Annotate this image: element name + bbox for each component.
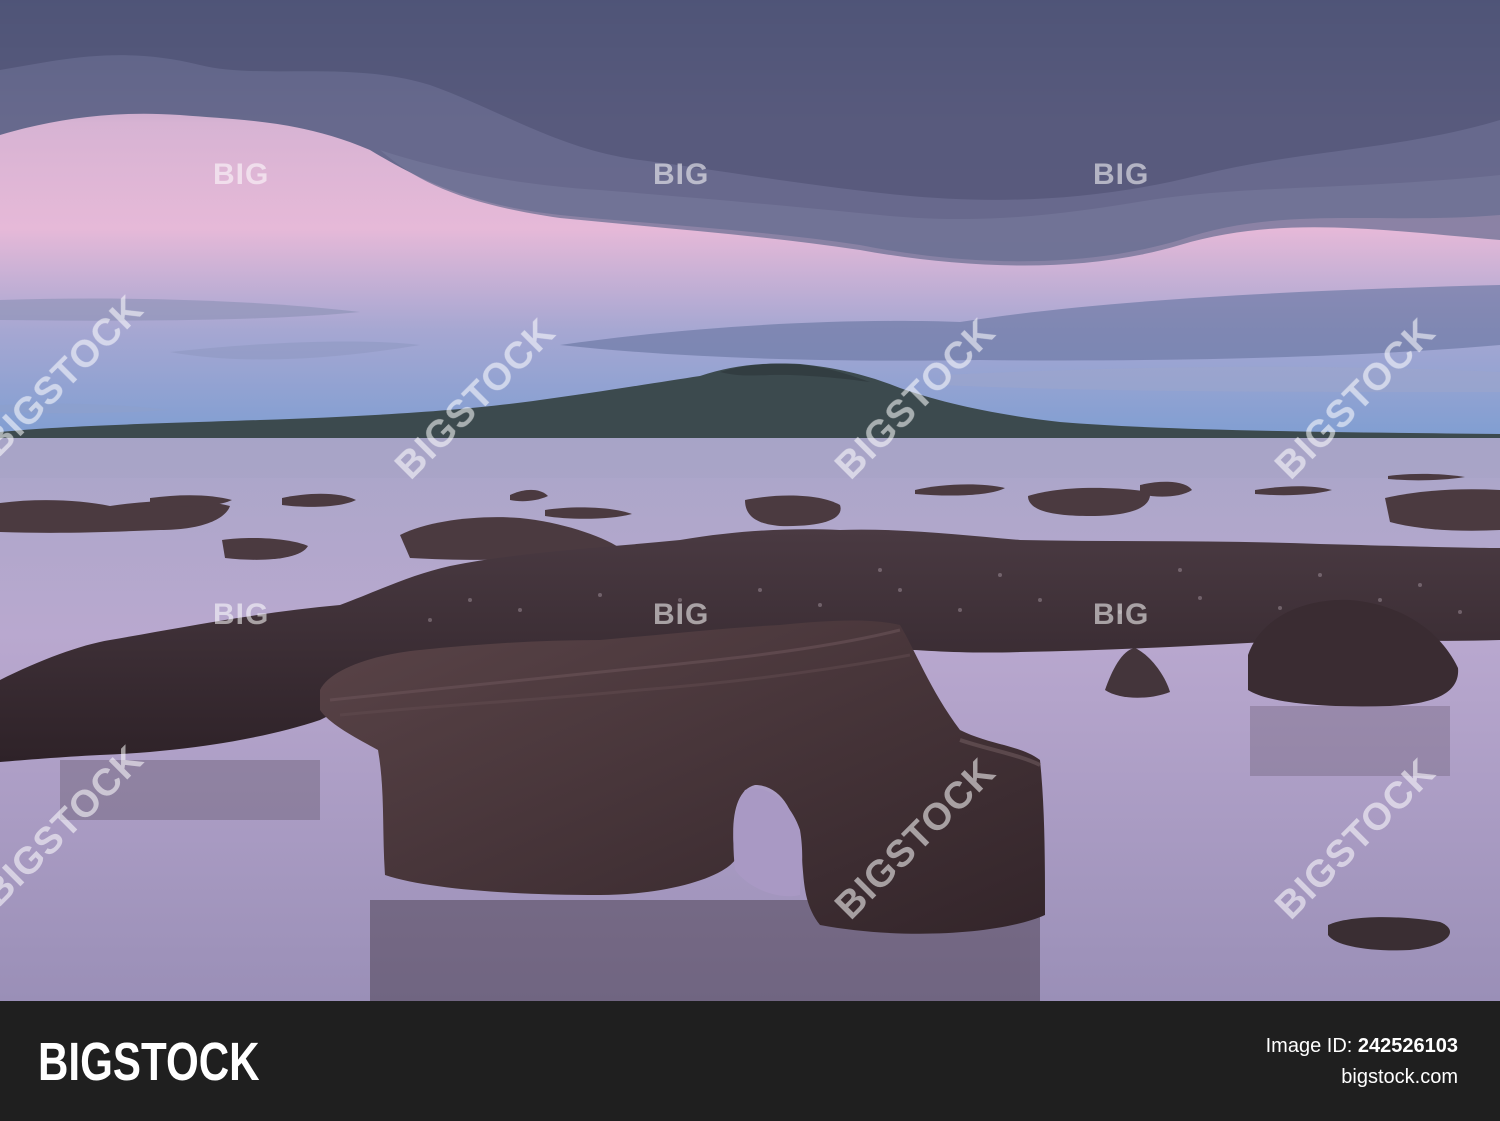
image-id-label: Image ID: bbox=[1265, 1035, 1353, 1057]
image-meta: Image ID: 242526103 bigstock.com bbox=[1266, 1031, 1458, 1093]
site-link[interactable]: bigstock.com bbox=[1266, 1062, 1458, 1093]
bigstock-logo: BIGSTOCK bbox=[38, 1032, 260, 1092]
landscape-photo bbox=[0, 0, 1500, 1001]
photo-illustration bbox=[0, 0, 1500, 1001]
stock-photo-page: BIG BIG BIG BIG BIG BIG BIGSTOCK BIGSTOC… bbox=[0, 0, 1500, 1121]
image-id-row: Image ID: 242526103 bbox=[1266, 1031, 1458, 1062]
footer-bar: BIGSTOCK Image ID: 242526103 bigstock.co… bbox=[0, 1001, 1500, 1121]
image-id-value: 242526103 bbox=[1357, 1035, 1458, 1057]
